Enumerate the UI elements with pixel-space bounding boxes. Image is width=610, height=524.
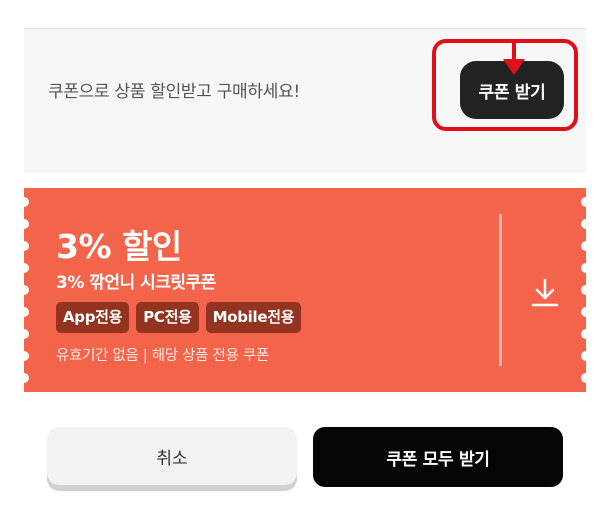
coupon-promo-bar: 쿠폰으로 상품 할인받고 구매하세요! 쿠폰 받기 (24, 28, 586, 154)
coupon-discount-title: 3% 할인 (56, 227, 182, 266)
tag-mobile-only: Mobile전용 (205, 302, 302, 333)
arrow-down-icon (503, 43, 525, 75)
coupon-divider (499, 214, 502, 366)
coupon-card: 3% 할인 3% 깎언니 시크릿쿠폰 App전용 PC전용 Mobile전용 유… (24, 188, 586, 392)
coupon-validity-info: 유효기간 없음 | 해당 상품 전용 쿠폰 (56, 348, 269, 364)
coupon-tag-list: App전용 PC전용 Mobile전용 (56, 302, 302, 333)
download-icon[interactable] (530, 278, 560, 308)
section-spacer (24, 153, 586, 173)
promo-text: 쿠폰으로 상품 할인받고 구매하세요! (48, 82, 300, 102)
tag-pc-only: PC전용 (136, 302, 199, 333)
coupon-name: 3% 깎언니 시크릿쿠폰 (56, 273, 216, 293)
cancel-button[interactable]: 취소 (47, 427, 297, 485)
tag-app-only: App전용 (56, 302, 130, 333)
receive-all-coupons-button[interactable]: 쿠폰 모두 받기 (313, 427, 563, 487)
